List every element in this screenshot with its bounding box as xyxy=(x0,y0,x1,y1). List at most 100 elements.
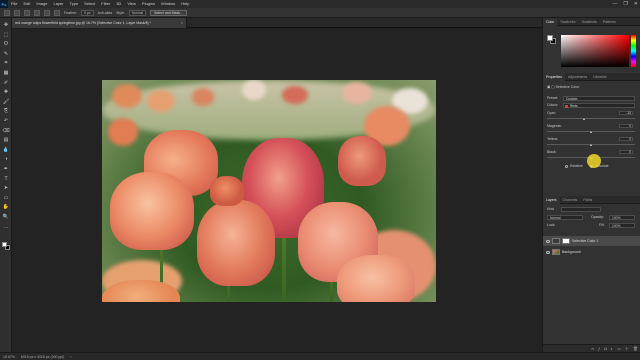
home-icon[interactable] xyxy=(4,9,10,16)
tab-properties[interactable]: Properties xyxy=(543,72,565,81)
yellow-value-input[interactable]: 0 xyxy=(619,137,633,141)
tab-gradients[interactable]: Gradients xyxy=(579,18,600,26)
rectangle-icon[interactable]: ▭ xyxy=(2,195,10,201)
blend-mode-select[interactable]: Normal xyxy=(547,215,583,220)
new-layer-icon[interactable]: ＋ xyxy=(625,346,629,352)
menu-edit[interactable]: Edit xyxy=(20,0,33,8)
tulip-flower xyxy=(197,200,275,286)
path-select-icon[interactable]: ➤ xyxy=(2,185,10,191)
photoshop-logo-icon[interactable]: Ps xyxy=(0,0,8,8)
menu-file[interactable]: File xyxy=(8,0,20,8)
document-tab-label: red orange tulips flowerfield springtime… xyxy=(15,21,152,25)
link-icon[interactable]: ∞ xyxy=(591,346,594,351)
tab-paths[interactable]: Paths xyxy=(580,196,595,204)
dodge-icon[interactable]: ◑ xyxy=(2,156,10,162)
add-selection-icon[interactable] xyxy=(34,9,40,16)
tab-adjustments[interactable]: Adjustments xyxy=(565,73,590,81)
crop-icon[interactable]: ⌗ xyxy=(2,60,10,66)
adjustment-icon[interactable]: ◐ xyxy=(611,346,613,351)
menu-layer[interactable]: Layer xyxy=(50,0,66,8)
cyan-slider-track[interactable] xyxy=(547,118,635,119)
fx-icon[interactable]: ƒ xyxy=(598,346,600,351)
quick-select-icon[interactable]: ✎ xyxy=(2,51,10,57)
history-brush-icon[interactable]: ↶ xyxy=(2,118,10,124)
magenta-value-input[interactable]: 0 xyxy=(619,124,633,128)
hand-icon[interactable]: ✋ xyxy=(2,204,10,210)
black-value-input[interactable]: 0 xyxy=(619,150,633,154)
feather-input[interactable]: 0 px xyxy=(81,9,94,16)
menu-image[interactable]: Image xyxy=(33,0,50,8)
lasso-icon[interactable]: ʘ xyxy=(2,41,10,47)
colors-select[interactable]: Reds xyxy=(563,103,635,108)
zoom-icon[interactable]: 🔍 xyxy=(2,214,10,220)
document-tab[interactable]: red orange tulips flowerfield springtime… xyxy=(12,18,187,28)
stamp-icon[interactable]: ⎘ xyxy=(2,108,10,114)
more-icon[interactable]: … xyxy=(2,224,10,230)
menu-help[interactable]: Help xyxy=(178,0,192,8)
select-and-mask-button[interactable]: Select and Mask... xyxy=(150,9,187,16)
healing-icon[interactable]: ✚ xyxy=(2,89,10,95)
canvas-area[interactable] xyxy=(12,29,542,352)
restore-icon[interactable]: ❐ xyxy=(623,1,627,7)
minimize-icon[interactable]: — xyxy=(612,1,617,7)
tab-layers[interactable]: Layers xyxy=(543,195,560,204)
menu-plugins[interactable]: Plugins xyxy=(139,0,158,8)
visibility-eye-icon[interactable] xyxy=(546,239,550,243)
hue-slider[interactable] xyxy=(631,35,636,67)
blur-icon[interactable]: 💧 xyxy=(2,147,10,153)
cyan-value-input[interactable]: -14 xyxy=(619,111,633,115)
mask-icon[interactable]: ◘ xyxy=(604,346,606,351)
trash-icon[interactable]: 🗑 xyxy=(633,346,638,351)
menu-3d[interactable]: 3D xyxy=(113,0,124,8)
menu-select[interactable]: Select xyxy=(81,0,98,8)
cyan-slider-thumb[interactable] xyxy=(583,118,586,120)
pen-icon[interactable]: ✒ xyxy=(2,166,10,172)
color-panel-tabs: Color Swatches Gradients Patterns xyxy=(543,17,640,26)
zoom-level[interactable]: 16.67% xyxy=(3,355,15,359)
tulip-photo[interactable] xyxy=(102,80,436,302)
background-thumb xyxy=(552,249,560,255)
move-icon[interactable]: ✥ xyxy=(2,22,10,28)
visibility-eye-icon[interactable] xyxy=(546,250,550,254)
status-arrow-icon[interactable]: › xyxy=(70,355,71,359)
opacity-input[interactable]: 100% xyxy=(609,215,635,220)
marquee-tool-preset-icon[interactable] xyxy=(14,9,20,16)
tab-libraries[interactable]: Libraries xyxy=(590,73,609,81)
tab-color[interactable]: Color xyxy=(543,17,558,26)
close-tab-icon[interactable]: × xyxy=(181,18,183,28)
menu-view[interactable]: View xyxy=(124,0,139,8)
preset-select[interactable]: Custom xyxy=(563,96,635,101)
subtract-selection-icon[interactable] xyxy=(44,9,50,16)
marquee-icon[interactable]: ⬚ xyxy=(2,32,10,38)
yellow-slider-thumb[interactable] xyxy=(589,144,592,146)
menu-filter[interactable]: Filter xyxy=(98,0,113,8)
magenta-slider-thumb[interactable] xyxy=(589,131,592,133)
foreground-color-swatch[interactable] xyxy=(2,242,7,247)
color-picker-foreground[interactable] xyxy=(547,35,553,41)
eraser-icon[interactable]: ⌫ xyxy=(2,128,10,134)
tab-channels[interactable]: Channels xyxy=(560,196,581,204)
style-select[interactable]: Normal xyxy=(128,9,147,16)
type-icon[interactable]: T xyxy=(2,176,10,182)
layer-selective-color[interactable]: Selective Color 1 xyxy=(543,236,640,246)
fill-input[interactable]: 100% xyxy=(609,223,635,228)
color-saturation-field[interactable] xyxy=(561,35,629,67)
close-icon[interactable]: ✕ xyxy=(634,1,638,7)
eyedropper-icon[interactable]: ✐ xyxy=(2,80,10,86)
new-selection-icon[interactable] xyxy=(24,9,30,16)
colors-swatch xyxy=(565,104,568,108)
layer-background[interactable]: Background xyxy=(543,247,640,257)
tab-patterns[interactable]: Patterns xyxy=(600,18,619,26)
frame-icon[interactable]: ▦ xyxy=(2,70,10,76)
intersect-selection-icon[interactable] xyxy=(54,9,60,16)
relative-radio[interactable] xyxy=(565,165,568,168)
tab-swatches[interactable]: Swatches xyxy=(557,18,578,26)
filter-kind-select[interactable] xyxy=(561,207,601,212)
menu-type[interactable]: Type xyxy=(67,0,82,8)
folder-icon[interactable]: ▭ xyxy=(617,346,621,351)
menu-window[interactable]: Window xyxy=(158,0,178,8)
brush-icon[interactable]: 🖌 xyxy=(2,99,10,105)
gradient-icon[interactable]: ▤ xyxy=(2,137,10,143)
layer-mask-thumb[interactable] xyxy=(562,238,570,244)
anti-alias-checkbox[interactable]: Anti-alias xyxy=(98,11,112,15)
